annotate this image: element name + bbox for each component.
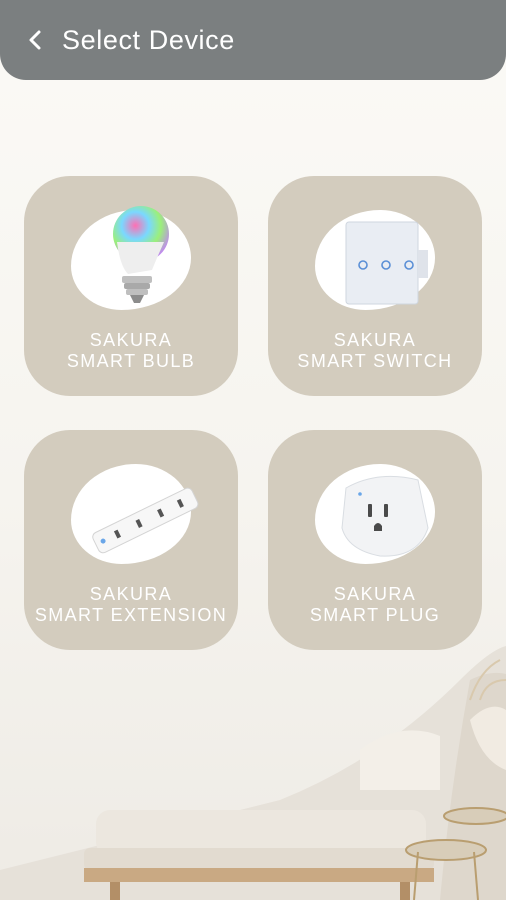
- page-title: Select Device: [62, 24, 235, 55]
- device-label: SAKURA SMART EXTENSION: [34, 584, 228, 625]
- device-label: SAKURA SMART BULB: [66, 330, 196, 371]
- device-label: SAKURA SMART SWITCH: [297, 330, 453, 371]
- device-card-smart-extension[interactable]: SAKURA SMART EXTENSION: [24, 430, 238, 650]
- smart-plug-image: [341, 475, 429, 557]
- smart-switch-image: [345, 221, 428, 305]
- device-card-smart-plug[interactable]: SAKURA SMART PLUG: [268, 430, 482, 650]
- device-label: SAKURA SMART PLUG: [309, 584, 441, 625]
- device-card-smart-bulb[interactable]: SAKURA SMART BULB: [24, 176, 238, 396]
- app-header: Select Device: [0, 0, 506, 80]
- smart-bulb-image: [113, 206, 169, 303]
- back-button[interactable]: [22, 27, 48, 53]
- device-card-smart-switch[interactable]: SAKURA SMART SWITCH: [268, 176, 482, 396]
- room-background-image: [0, 646, 506, 900]
- smart-extension-image: [92, 487, 199, 554]
- chevron-left-icon: [29, 30, 41, 50]
